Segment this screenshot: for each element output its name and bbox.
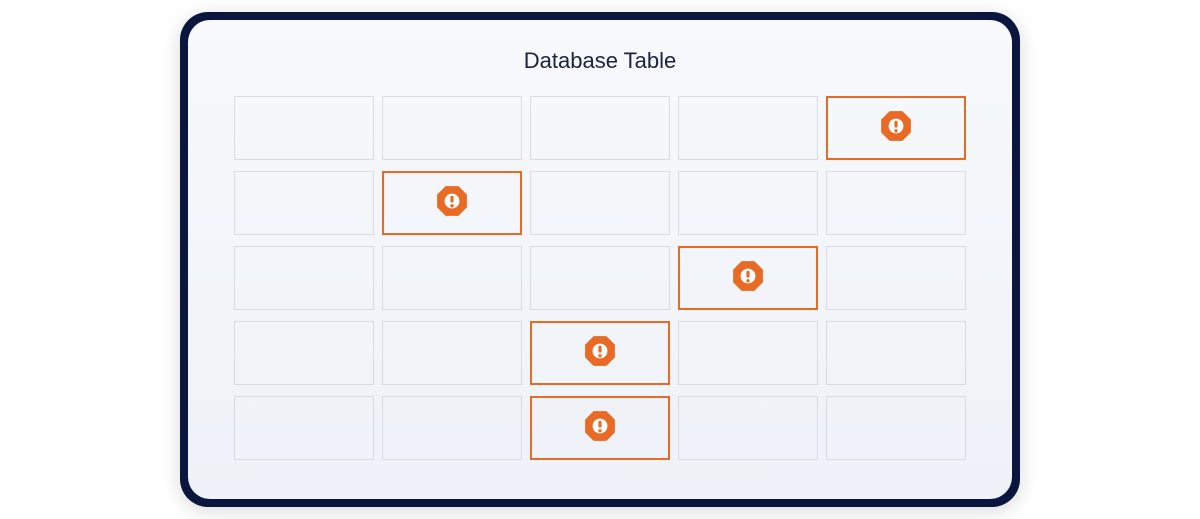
table-cell <box>530 171 670 235</box>
database-table-grid <box>234 96 966 463</box>
table-cell <box>678 171 818 235</box>
error-octagon-icon <box>435 184 469 223</box>
table-cell <box>678 96 818 160</box>
diagram-title: Database Table <box>234 48 966 74</box>
table-cell <box>234 171 374 235</box>
table-cell <box>826 321 966 385</box>
diagram-panel: Database Table <box>188 20 1012 499</box>
table-cell <box>234 246 374 310</box>
table-cell <box>530 96 670 160</box>
error-octagon-icon <box>583 334 617 373</box>
table-cell <box>234 96 374 160</box>
table-cell <box>382 96 522 160</box>
table-cell-error <box>530 396 670 460</box>
error-octagon-icon <box>731 259 765 298</box>
table-cell <box>234 321 374 385</box>
table-cell <box>826 171 966 235</box>
error-octagon-icon <box>583 409 617 448</box>
table-cell-error <box>678 246 818 310</box>
table-cell <box>826 246 966 310</box>
table-cell <box>382 321 522 385</box>
table-cell-error <box>530 321 670 385</box>
table-cell <box>234 396 374 460</box>
table-cell <box>530 246 670 310</box>
table-cell <box>826 396 966 460</box>
table-cell <box>382 246 522 310</box>
table-cell <box>678 396 818 460</box>
diagram-frame: Database Table <box>180 12 1020 507</box>
table-cell-error <box>826 96 966 160</box>
table-cell <box>678 321 818 385</box>
table-cell <box>382 396 522 460</box>
error-octagon-icon <box>879 109 913 148</box>
table-cell-error <box>382 171 522 235</box>
